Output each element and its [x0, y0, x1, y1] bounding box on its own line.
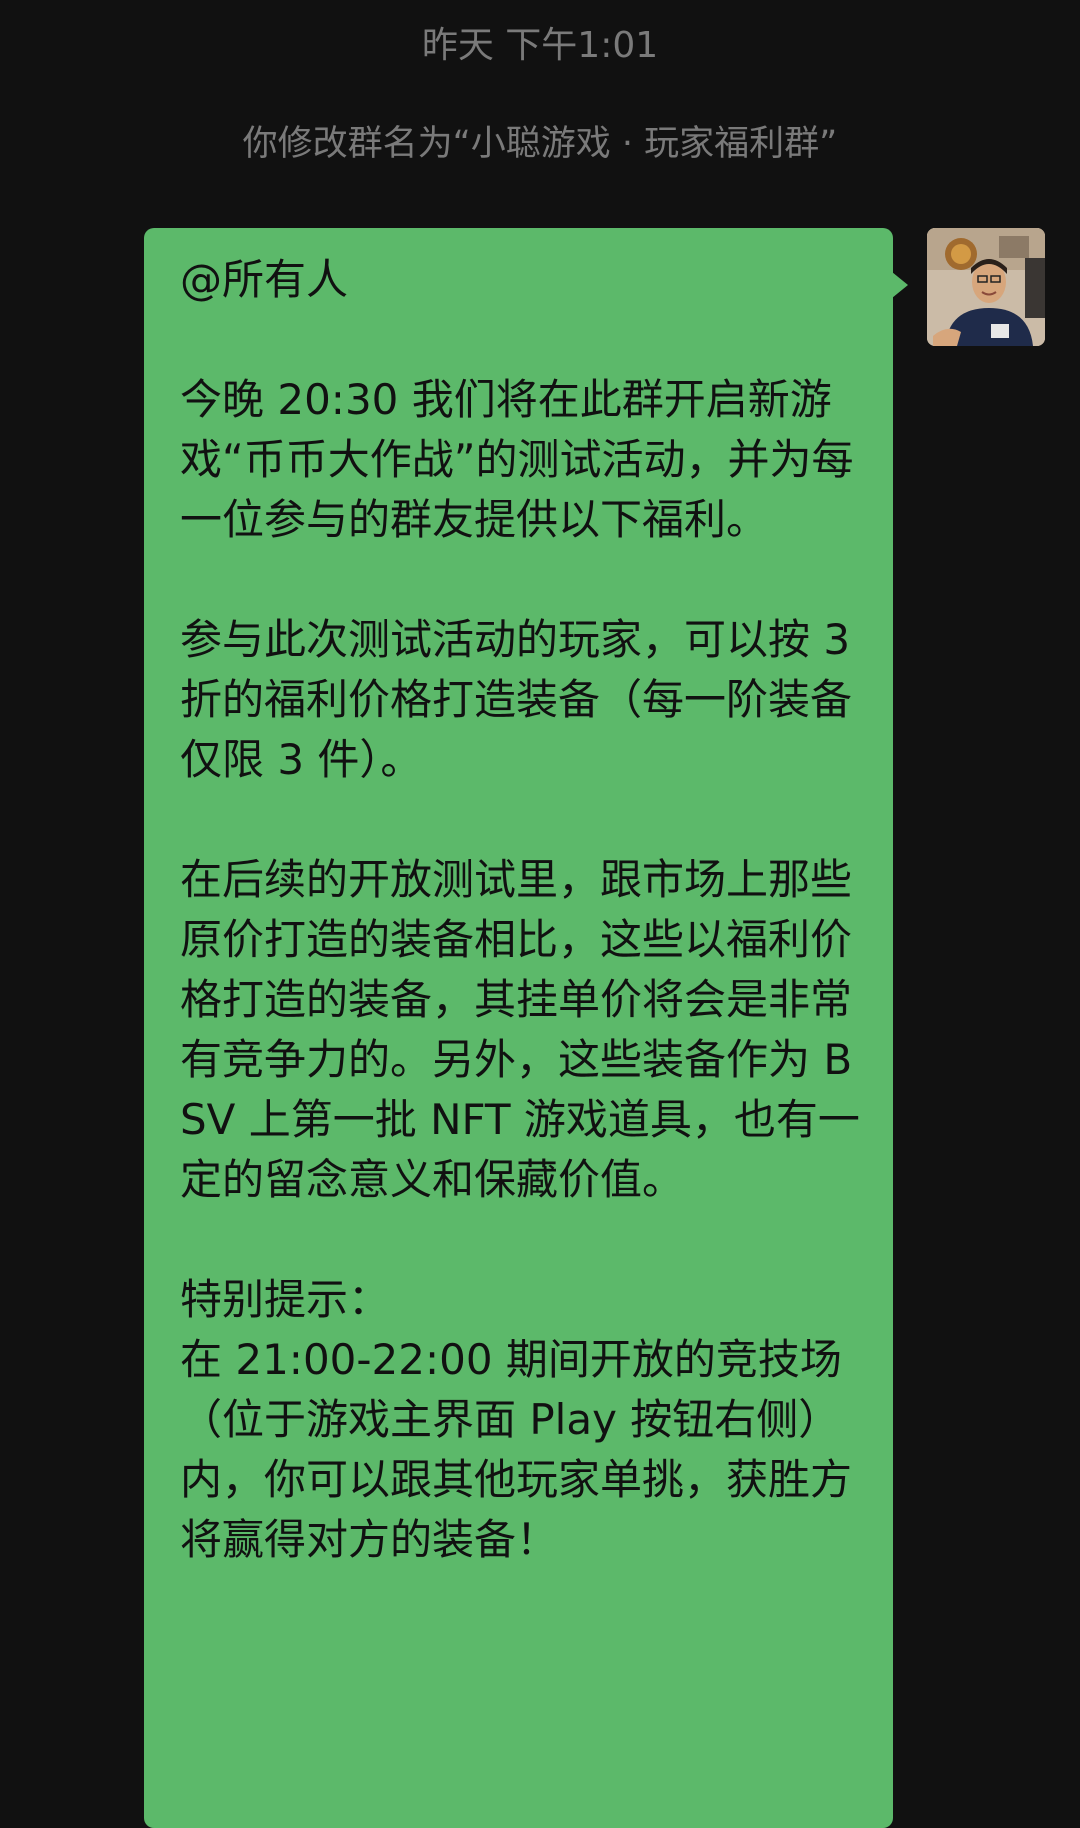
outgoing-message-row: @所有人 今晚 20:30 我们将在此群开启新游戏“币币大作战”的测试活动，并为…: [0, 228, 1080, 1828]
bubble-tail: [892, 272, 908, 298]
group-rename-notice: 你修改群名为“小聪游戏 · 玩家福利群”: [242, 124, 838, 164]
message-bubble[interactable]: @所有人 今晚 20:30 我们将在此群开启新游戏“币币大作战”的测试活动，并为…: [144, 228, 893, 1828]
user-avatar-photo: [927, 228, 1045, 346]
avatar[interactable]: [927, 228, 1045, 346]
message-mention: @所有人: [180, 255, 349, 304]
message-paragraph-tip: 特别提示： 在 21:00-22:00 期间开放的竞技场（位于游戏主界面 Pla…: [180, 1275, 853, 1564]
message-timestamp: 昨天 下午1:01: [421, 25, 659, 66]
message-paragraph-discount: 参与此次测试活动的玩家，可以按 3 折的福利价格打造装备（每一阶装备仅限 3 件…: [180, 615, 864, 784]
message-paragraph-value: 在后续的开放测试里，跟市场上那些原价打造的装备相比，这些以福利价格打造的装备，其…: [180, 855, 860, 1204]
message-paragraph-intro: 今晚 20:30 我们将在此群开启新游戏“币币大作战”的测试活动，并为每一位参与…: [180, 375, 854, 544]
